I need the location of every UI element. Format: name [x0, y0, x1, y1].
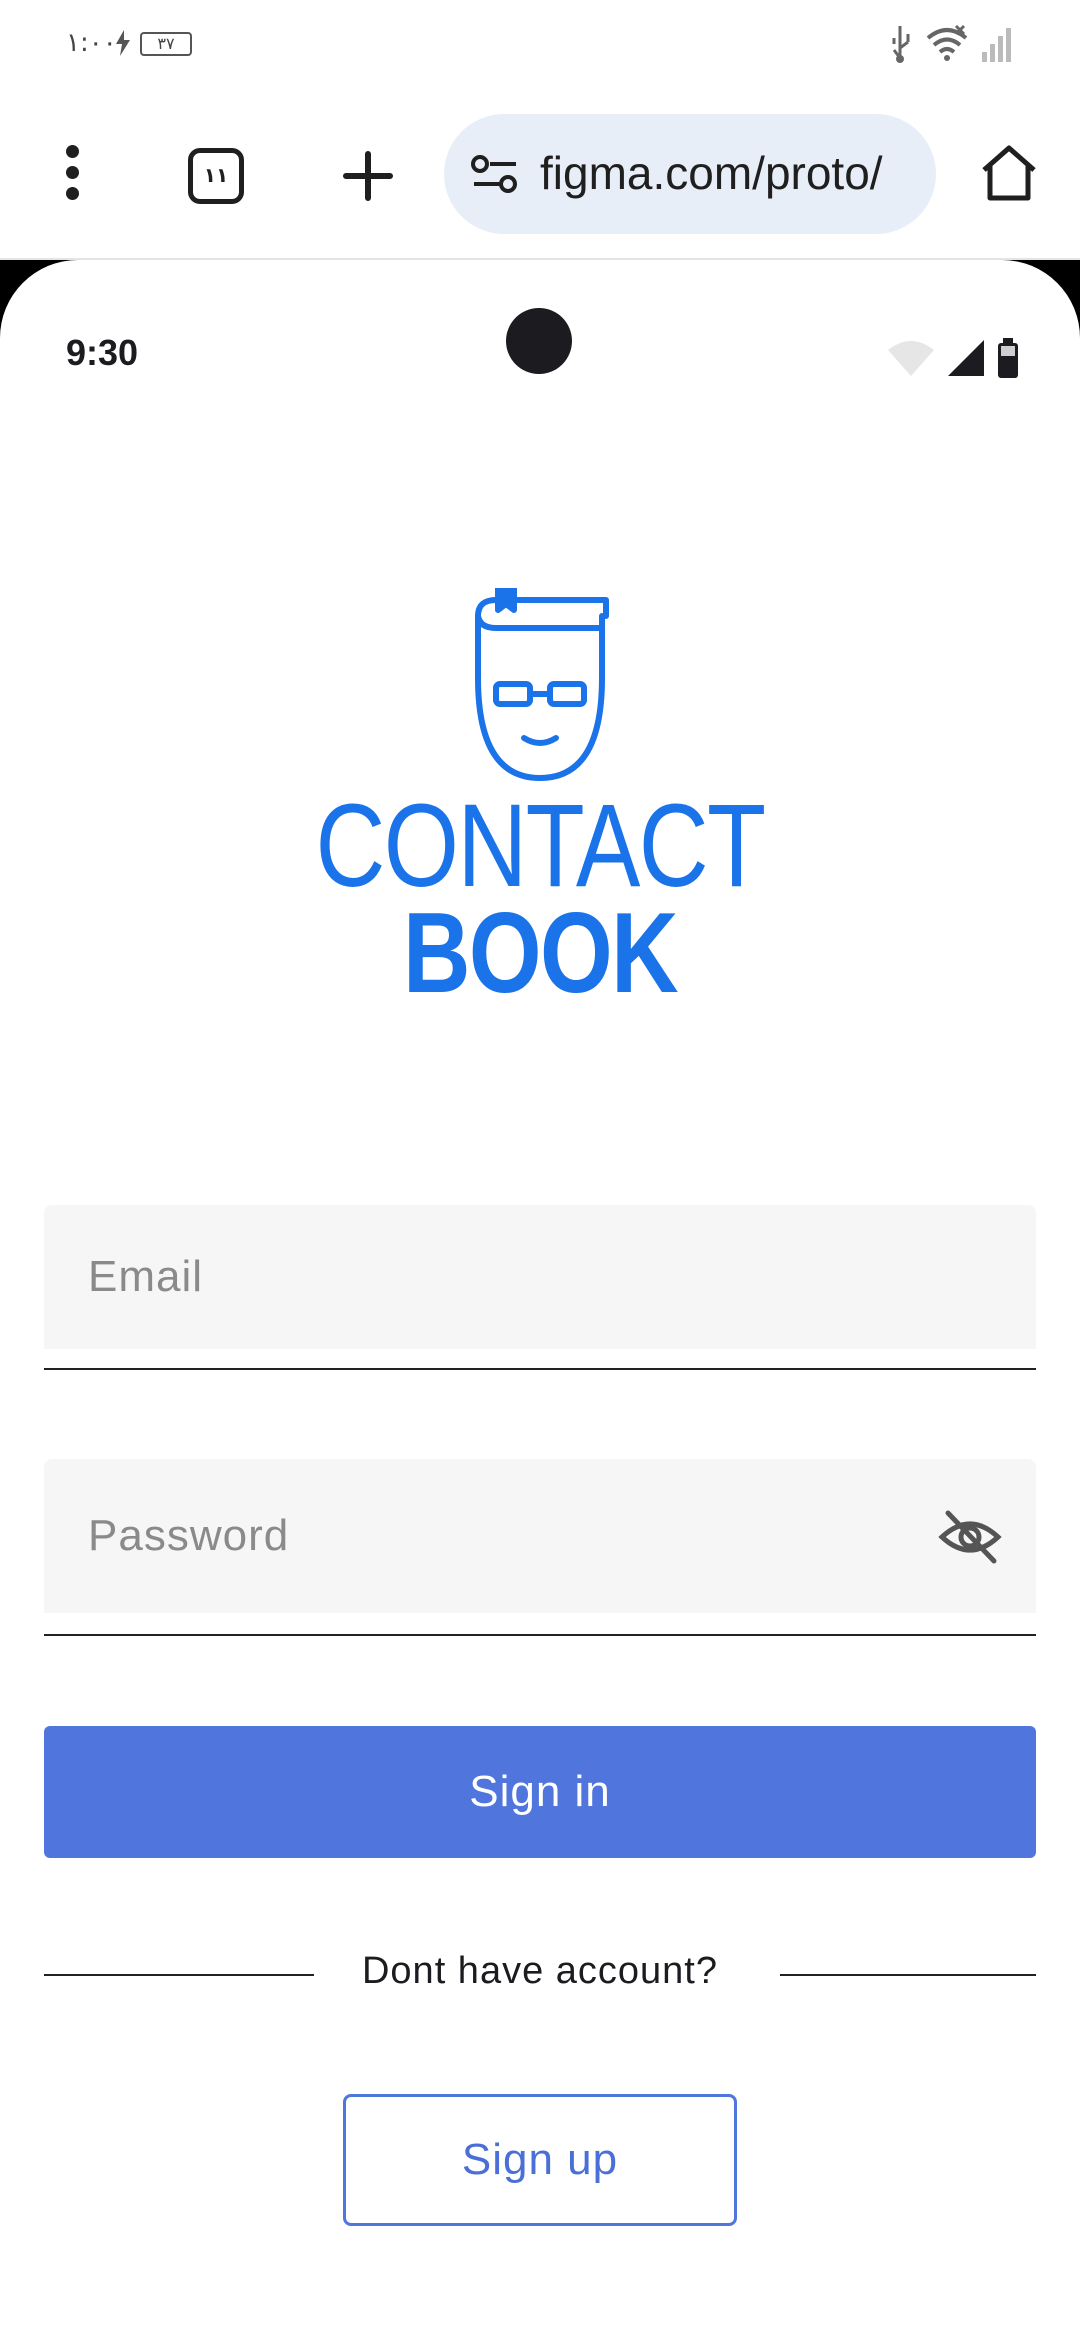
- no-account-text: Dont have account?: [361, 1950, 718, 1992]
- home-icon[interactable]: [978, 142, 1040, 204]
- cell-signal-icon: [982, 28, 1011, 62]
- browser-toolbar: ١١ figma.com/proto/: [0, 90, 1080, 260]
- menu-icon[interactable]: [54, 145, 90, 205]
- usb-icon: [892, 26, 910, 63]
- divider-right-line: [780, 1974, 1036, 1976]
- system-status-bar: ١:٠٠ ٣٧: [0, 0, 1080, 90]
- email-field[interactable]: [44, 1205, 1036, 1349]
- url-text[interactable]: figma.com/proto/: [540, 146, 920, 200]
- phone-status-icons: [886, 338, 1020, 378]
- sign-in-button[interactable]: Sign in: [44, 1726, 1036, 1858]
- visibility-off-icon[interactable]: [938, 1507, 1002, 1567]
- password-underline: [44, 1634, 1036, 1636]
- phone-screen: 9:30 CONTACT BOOK Email Sign in Dont hav…: [0, 260, 1080, 2340]
- camera-cutout: [506, 308, 572, 374]
- system-clock: ١:٠٠: [66, 28, 117, 58]
- sign-up-button[interactable]: Sign up: [343, 2094, 737, 2226]
- wifi-icon: [888, 341, 934, 376]
- address-bar[interactable]: figma.com/proto/: [444, 114, 936, 234]
- site-settings-icon[interactable]: [470, 152, 520, 196]
- email-input[interactable]: [88, 1205, 908, 1349]
- password-field[interactable]: [44, 1459, 1036, 1613]
- wifi-icon: [926, 24, 968, 61]
- charging-icon: [116, 30, 130, 56]
- new-tab-icon[interactable]: [340, 148, 396, 204]
- battery-indicator: ٣٧: [140, 32, 192, 56]
- email-underline: [44, 1368, 1036, 1370]
- tabs-button[interactable]: ١١: [188, 148, 244, 204]
- battery-icon: [998, 338, 1018, 378]
- phone-status-time: 9:30: [66, 332, 139, 373]
- logo-title-line2: BOOK: [403, 890, 679, 1017]
- cell-signal-icon: [948, 340, 984, 376]
- system-icons: [886, 24, 1014, 64]
- password-input[interactable]: [88, 1459, 908, 1613]
- contact-book-logo-icon: [475, 588, 609, 781]
